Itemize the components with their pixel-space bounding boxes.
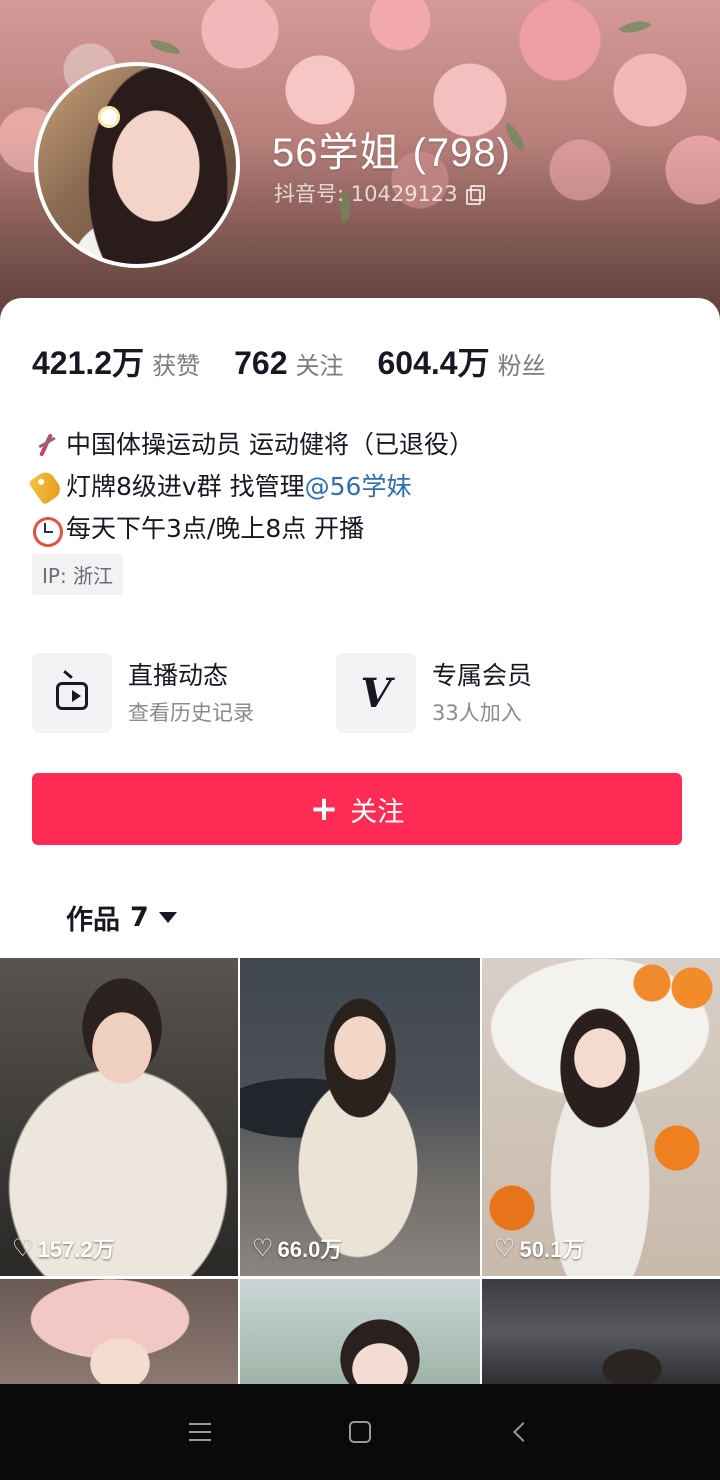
bio-line: 每天下午3点/晚上8点 开播 [30,508,474,550]
video-thumbnail[interactable]: ♡ 66.0万 [240,958,480,1276]
bio-text: 灯牌8级进v群 找管理 [66,472,305,501]
stat-followers[interactable]: 604.4万 粉丝 [377,338,545,384]
like-count-value: 157.2万 [37,1237,115,1262]
membership-entry[interactable]: V 专属会员 33人加入 [336,653,532,733]
stat-value: 604.4万 [377,345,490,381]
video-grid: ♡ 157.2万 ♡ 66.0万 ♡ 50.1万 [0,958,720,1385]
video-thumbnail[interactable]: ♡ 157.2万 [0,958,238,1276]
follow-button[interactable]: + 关注 [32,773,682,845]
v-icon: V [360,669,392,717]
stat-following[interactable]: 762 关注 [234,345,343,382]
feature-icon-box [32,653,112,733]
profile-name: 56学姐 (798) [272,131,511,175]
bio: 中国体操运动员 运动健将（已退役） 灯牌8级进v群 找管理 @56学妹 每天下午… [28,424,474,550]
like-count: ♡ 66.0万 [252,1232,342,1264]
tab-works[interactable]: 作品 7 [66,898,177,937]
heart-icon: ♡ [252,1234,274,1262]
video-thumbnail[interactable] [240,1279,480,1385]
like-count: ♡ 157.2万 [12,1232,115,1264]
plus-icon: + [309,789,339,829]
works-count: 7 [130,902,149,933]
live-history-entry[interactable]: 直播动态 查看历史记录 [32,653,254,733]
bio-text: 每天下午3点/晚上8点 开播 [66,514,365,543]
works-tab-label: 作品 [66,905,120,936]
stat-likes[interactable]: 421.2万 获赞 [32,338,200,384]
chevron-left-icon [513,1422,533,1442]
bio-text: 中国体操运动员 运动健将（已退役） [66,430,474,459]
ip-location-tag: IP: 浙江 [32,554,124,595]
follow-button-label: 关注 [350,796,405,828]
stat-label: 获赞 [152,352,201,380]
stats-row: 421.2万 获赞 762 关注 604.4万 粉丝 [32,338,580,384]
gymnast-icon [30,429,62,461]
recent-apps-button[interactable] [170,1402,230,1462]
caret-down-icon[interactable] [158,912,177,923]
feature-icon-box: V [336,653,416,733]
like-count: ♡ 50.1万 [494,1232,584,1264]
stat-value: 762 [234,345,288,381]
stat-label: 粉丝 [497,352,546,380]
menu-icon [189,1423,211,1441]
tv-icon [56,682,88,710]
flower-decoration [98,106,120,128]
copy-icon[interactable] [465,185,485,205]
mention-link[interactable]: @56学妹 [305,466,412,508]
video-thumbnail[interactable]: ♡ 50.1万 [482,958,720,1276]
alarm-clock-icon [30,513,63,547]
leaf-decoration [618,13,652,41]
back-button[interactable] [490,1402,550,1462]
video-thumbnail[interactable] [482,1279,720,1385]
user-id: 抖音号: 10429123 [274,182,458,206]
user-id-row[interactable]: 抖音号: 10429123 [274,178,485,208]
feature-title: 专属会员 [432,661,533,690]
bio-line: 灯牌8级进v群 找管理 @56学妹 [28,466,474,508]
heart-icon: ♡ [12,1234,34,1262]
profile-card [0,298,720,958]
square-home-icon [349,1421,371,1443]
feature-subtitle: 33人加入 [432,701,522,725]
heart-icon: ♡ [494,1234,516,1262]
home-button[interactable] [330,1402,390,1462]
like-count-value: 66.0万 [277,1237,343,1262]
system-nav-bar [0,1384,720,1480]
label-tag-icon [28,468,64,506]
feature-title: 直播动态 [128,661,229,690]
leaf-decoration [150,40,180,54]
video-thumbnail[interactable] [0,1279,238,1385]
stat-value: 421.2万 [32,345,145,381]
avatar[interactable] [34,62,240,268]
like-count-value: 50.1万 [519,1237,585,1262]
stat-label: 关注 [295,352,344,380]
feature-subtitle: 查看历史记录 [128,701,254,725]
bio-line: 中国体操运动员 运动健将（已退役） [30,424,474,466]
